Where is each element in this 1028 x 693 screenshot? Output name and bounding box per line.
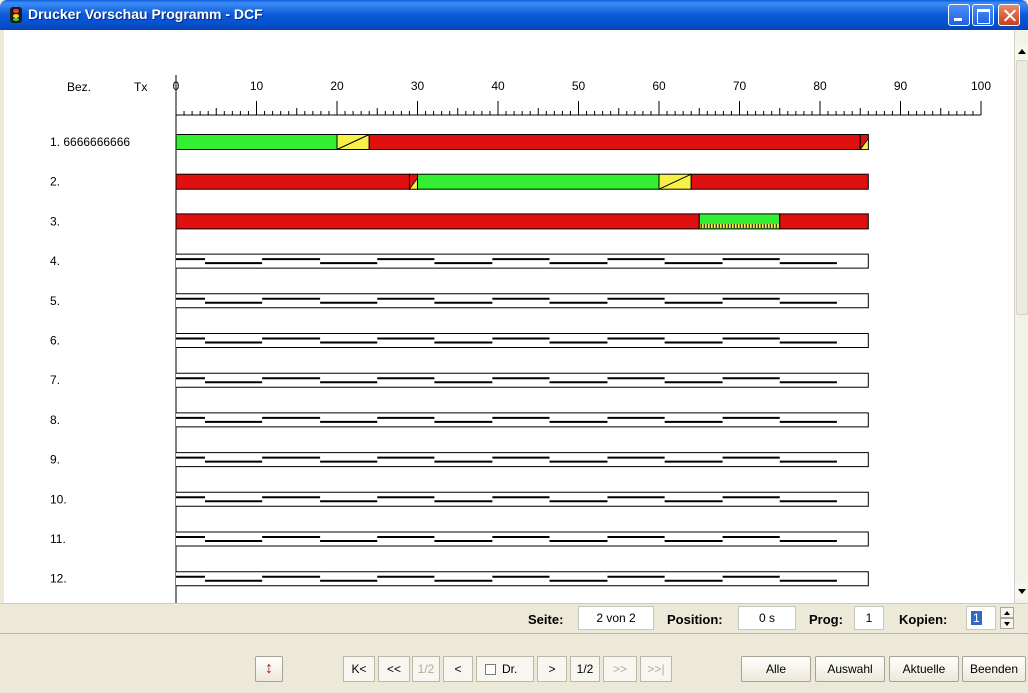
beenden-button[interactable]: Beenden xyxy=(962,656,1026,682)
tick-label: 50 xyxy=(572,79,586,93)
title-bar[interactable]: Drucker Vorschau Programm - DCF xyxy=(0,0,1028,30)
scroll-down-arrow-icon[interactable] xyxy=(1015,583,1028,599)
first-page-button[interactable]: K< xyxy=(343,656,375,682)
page-button-a[interactable]: 1/2 xyxy=(412,656,440,682)
timeline-row: 8. xyxy=(50,412,869,428)
last-page-button[interactable]: >>| xyxy=(640,656,672,682)
empty-track-outline xyxy=(176,333,869,348)
vertical-resize-arrow-icon[interactable]: ↕ xyxy=(255,656,283,682)
timeline-rows: 1. 66666666662.3.4.5.6.7.8.9.10.11.12.13… xyxy=(50,134,869,587)
tick-label: 100 xyxy=(971,79,991,93)
bar-segment xyxy=(368,134,861,150)
row-label: 8. xyxy=(50,413,60,427)
minimize-button[interactable] xyxy=(948,4,970,26)
tick-label: 10 xyxy=(250,79,264,93)
checkbox-icon[interactable] xyxy=(485,663,496,675)
bar-segment xyxy=(417,173,660,190)
window-title: Drucker Vorschau Programm - DCF xyxy=(28,6,263,22)
timeline-row: 4. xyxy=(50,253,869,269)
row-label: 7. xyxy=(50,373,60,387)
tick-label: 40 xyxy=(491,79,505,93)
timeline-row: 6. xyxy=(50,333,869,348)
vertical-scrollbar[interactable] xyxy=(1014,30,1028,603)
bar-segment xyxy=(690,173,869,190)
tick-label: 80 xyxy=(813,79,827,93)
print-preview-window: Drucker Vorschau Programm - DCF Bez. Tx … xyxy=(0,0,1028,693)
empty-track-outline xyxy=(176,412,869,428)
timeline-row: 5. xyxy=(50,293,869,309)
traffic-light-icon xyxy=(10,7,22,23)
kopien-label: Kopien: xyxy=(899,612,948,627)
dr-label: Dr. xyxy=(502,662,518,676)
page-button-b[interactable]: 1/2 xyxy=(570,656,600,682)
empty-track-outline xyxy=(176,571,869,587)
row-label: 6. xyxy=(50,334,60,348)
row-label: 12. xyxy=(50,572,67,586)
seite-value: 2 von 2 xyxy=(578,606,654,630)
next-page-button[interactable]: > xyxy=(537,656,567,682)
dr-checkbox[interactable]: Dr. xyxy=(476,656,534,682)
row-label: 3. xyxy=(50,214,60,228)
timeline-row: 2. xyxy=(50,173,869,190)
previous-page-button[interactable]: < xyxy=(443,656,473,682)
row-label: 11. xyxy=(50,532,66,546)
timeline-row: 10. xyxy=(50,491,869,507)
empty-track-outline xyxy=(176,293,869,309)
row-label: 9. xyxy=(50,453,60,467)
next-program-button[interactable]: >> xyxy=(603,656,637,682)
alle-button[interactable]: Alle xyxy=(741,656,811,682)
header-bez: Bez. xyxy=(67,80,91,94)
empty-track-outline xyxy=(176,491,869,507)
bar-segment xyxy=(779,213,869,230)
tick-label: 70 xyxy=(733,79,747,93)
timeline-chart: Bez. Tx 0 10 20 30 40 50 60 70 80 90 100 1. 666666… xyxy=(50,75,991,603)
tick-label: 20 xyxy=(330,79,344,93)
row-label: 5. xyxy=(50,294,60,308)
timeline-row: 11. xyxy=(50,531,869,547)
bar-segment xyxy=(175,213,700,230)
aktuelle-button[interactable]: Aktuelle xyxy=(889,656,959,682)
scroll-up-arrow-icon[interactable] xyxy=(1015,44,1028,60)
timeline-row: 9. xyxy=(50,452,869,468)
seite-label: Seite: xyxy=(528,612,564,627)
row-label: 10. xyxy=(50,492,67,506)
kopien-spin-down-icon[interactable] xyxy=(1000,618,1014,629)
timeline-row: 12. xyxy=(50,571,869,587)
previous-program-button[interactable]: << xyxy=(378,656,410,682)
timeline-row: 7. xyxy=(50,372,869,388)
row-label: 1. 6666666666 xyxy=(50,135,130,149)
position-value: 0 s xyxy=(738,606,796,630)
tick-label: 90 xyxy=(894,79,908,93)
status-bar: Seite: 2 von 2 Position: 0 s Prog: 1 Kop… xyxy=(0,603,1028,633)
prog-value: 1 xyxy=(854,606,884,630)
row-label: 4. xyxy=(50,254,60,268)
timeline-row: 3. xyxy=(50,213,869,230)
header-tx: Tx xyxy=(134,80,147,94)
row-label: 2. xyxy=(50,175,60,189)
empty-track-outline xyxy=(176,253,869,269)
bar-segment xyxy=(175,134,338,150)
empty-track-outline xyxy=(176,372,869,388)
tick-label: 30 xyxy=(411,79,425,93)
kopien-value: 1 xyxy=(971,611,982,625)
tick-label: 60 xyxy=(652,79,666,93)
auswahl-button[interactable]: Auswahl xyxy=(815,656,885,682)
kopien-spin-up-icon[interactable] xyxy=(1000,607,1014,618)
preview-canvas: Bez. Tx 0 10 20 30 40 50 60 70 80 90 100 1. 666666… xyxy=(4,30,1014,603)
prog-label: Prog: xyxy=(809,612,843,627)
position-label: Position: xyxy=(667,612,723,627)
close-button[interactable] xyxy=(998,4,1020,26)
kopien-input[interactable]: 1 xyxy=(966,606,996,630)
empty-track-outline xyxy=(176,531,869,547)
timeline-row: 1. 6666666666 xyxy=(50,134,869,150)
scrollbar-thumb[interactable] xyxy=(1016,60,1028,315)
empty-track-outline xyxy=(176,452,869,468)
maximize-button[interactable] xyxy=(972,4,994,26)
tick-label: 0 xyxy=(173,79,180,93)
bar-segment xyxy=(175,173,410,190)
